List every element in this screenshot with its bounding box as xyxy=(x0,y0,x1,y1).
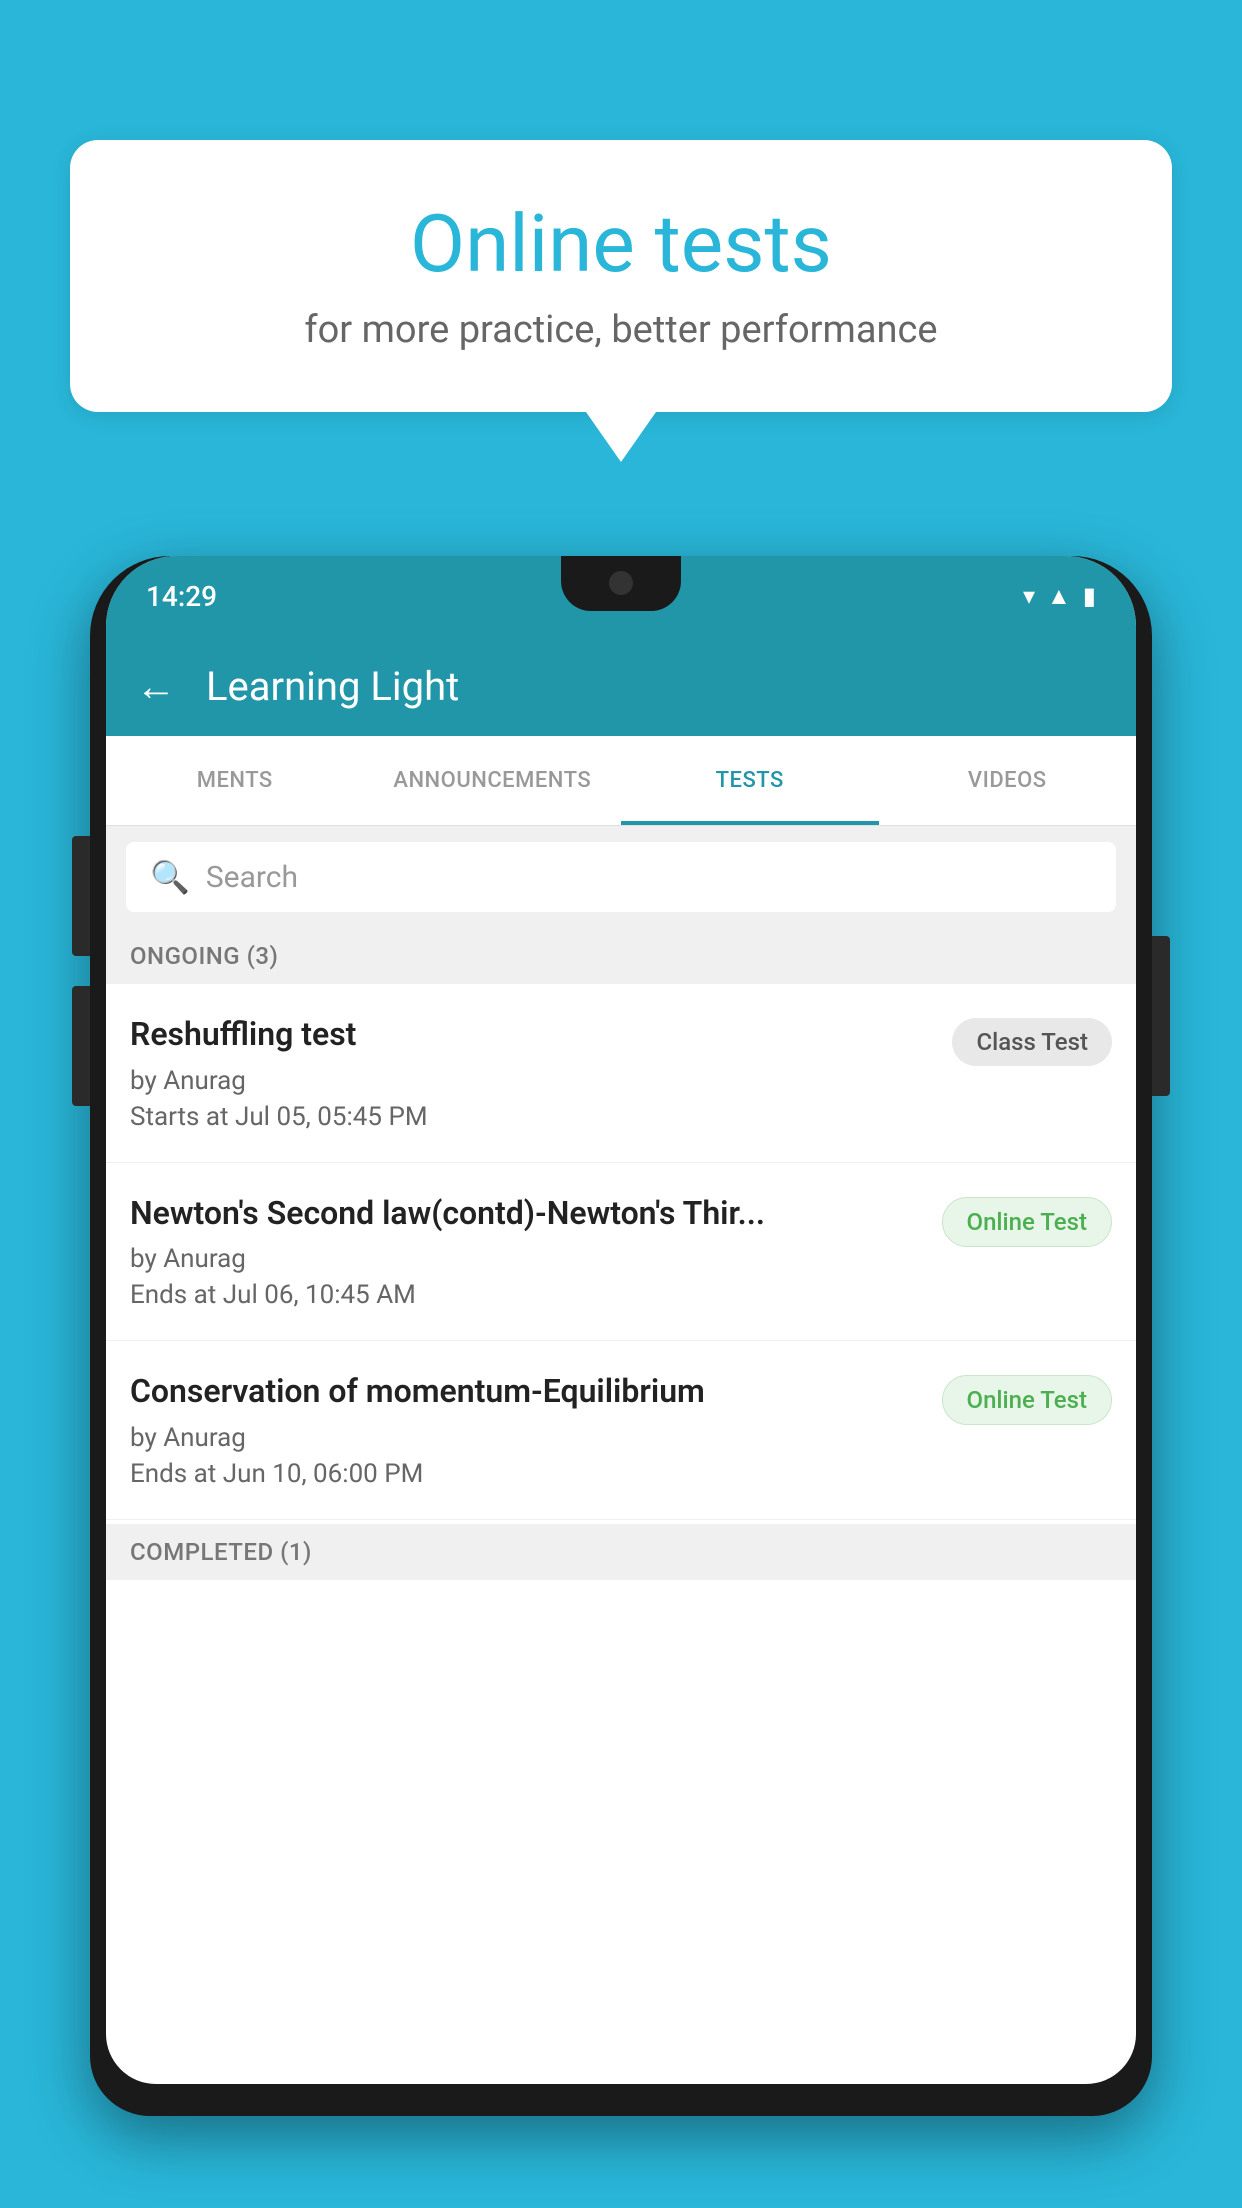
test-list: Reshuffling test by Anurag Starts at Jul… xyxy=(106,984,1136,1520)
back-button[interactable]: ← xyxy=(136,663,176,710)
status-time: 14:29 xyxy=(146,580,217,613)
test-info-2: Newton's Second law(contd)-Newton's Thir… xyxy=(130,1193,926,1311)
test-author-3: by Anurag xyxy=(130,1423,926,1453)
phone-container: 14:29 ▾ ▲ ▮ ← Learning Light MENTS ANNOU… xyxy=(90,540,1152,2208)
battery-icon: ▮ xyxy=(1083,582,1096,610)
test-item-3[interactable]: Conservation of momentum-Equilibrium by … xyxy=(106,1341,1136,1520)
test-name-2: Newton's Second law(contd)-Newton's Thir… xyxy=(130,1193,926,1235)
search-container: 🔍 Search xyxy=(106,826,1136,928)
volume-down-button[interactable] xyxy=(72,986,90,1106)
test-author-1: by Anurag xyxy=(130,1066,936,1096)
status-bar: 14:29 ▾ ▲ ▮ xyxy=(106,556,1136,636)
test-time-1: Starts at Jul 05, 05:45 PM xyxy=(130,1102,936,1132)
notch xyxy=(561,556,681,611)
bubble-title: Online tests xyxy=(150,200,1092,288)
test-author-2: by Anurag xyxy=(130,1244,926,1274)
test-info-3: Conservation of momentum-Equilibrium by … xyxy=(130,1371,926,1489)
tab-announcements[interactable]: ANNOUNCEMENTS xyxy=(364,736,622,825)
test-badge-2: Online Test xyxy=(942,1197,1112,1247)
test-item-2[interactable]: Newton's Second law(contd)-Newton's Thir… xyxy=(106,1163,1136,1342)
search-bar[interactable]: 🔍 Search xyxy=(126,842,1116,912)
test-name-3: Conservation of momentum-Equilibrium xyxy=(130,1371,926,1413)
test-time-2: Ends at Jul 06, 10:45 AM xyxy=(130,1280,926,1310)
search-placeholder: Search xyxy=(206,860,298,895)
tab-videos[interactable]: VIDEOS xyxy=(879,736,1137,825)
completed-section-header: COMPLETED (1) xyxy=(106,1524,1136,1580)
tab-ments[interactable]: MENTS xyxy=(106,736,364,825)
speech-bubble: Online tests for more practice, better p… xyxy=(70,140,1172,412)
test-badge-1: Class Test xyxy=(952,1018,1112,1066)
test-info-1: Reshuffling test by Anurag Starts at Jul… xyxy=(130,1014,936,1132)
signal-icon: ▲ xyxy=(1047,582,1071,611)
phone-frame: 14:29 ▾ ▲ ▮ ← Learning Light MENTS ANNOU… xyxy=(90,556,1152,2116)
volume-up-button[interactable] xyxy=(72,876,90,956)
speech-bubble-area: Online tests for more practice, better p… xyxy=(70,140,1172,462)
app-title: Learning Light xyxy=(206,663,459,710)
status-icons: ▾ ▲ ▮ xyxy=(1023,582,1096,611)
search-icon: 🔍 xyxy=(150,858,190,896)
app-header: ← Learning Light xyxy=(106,636,1136,736)
tabs-container: MENTS ANNOUNCEMENTS TESTS VIDEOS xyxy=(106,736,1136,826)
test-time-3: Ends at Jun 10, 06:00 PM xyxy=(130,1459,926,1489)
bubble-arrow xyxy=(586,412,656,462)
camera xyxy=(609,571,633,595)
test-item-1[interactable]: Reshuffling test by Anurag Starts at Jul… xyxy=(106,984,1136,1163)
bubble-subtitle: for more practice, better performance xyxy=(150,308,1092,352)
test-name-1: Reshuffling test xyxy=(130,1014,936,1056)
wifi-icon: ▾ xyxy=(1023,582,1035,610)
phone-screen: 14:29 ▾ ▲ ▮ ← Learning Light MENTS ANNOU… xyxy=(106,556,1136,2084)
ongoing-section-header: ONGOING (3) xyxy=(106,928,1136,984)
tab-tests[interactable]: TESTS xyxy=(621,736,879,825)
test-badge-3: Online Test xyxy=(942,1375,1112,1425)
